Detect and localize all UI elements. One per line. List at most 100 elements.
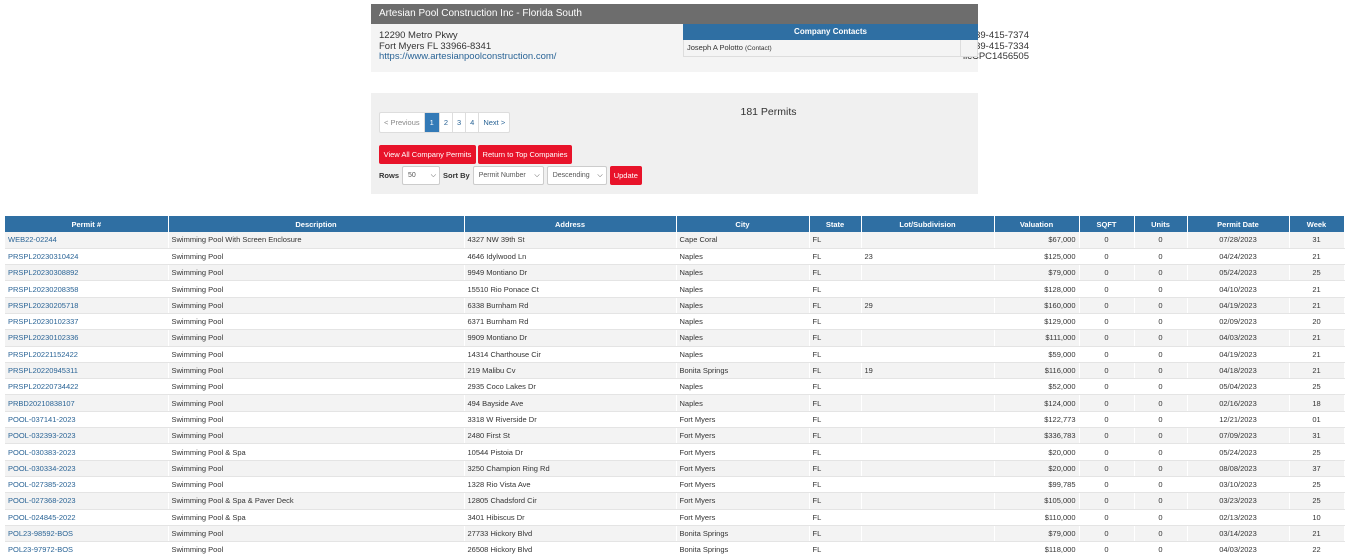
col-valuation[interactable]: Valuation [994,216,1080,232]
permit-number-link[interactable]: POL23-98592-BOS [5,525,169,543]
permit-sqft: 0 [1079,492,1135,510]
rows-select[interactable]: 50 [402,166,441,185]
permit-address: 12805 Chadsford Cir [464,492,677,510]
pager-previous[interactable]: < Previous [380,113,424,132]
permit-description: Swimming Pool [168,476,465,494]
pager-page-1[interactable]: 1 [423,113,439,132]
sort-controls: Rows 50 Sort By Permit Number Descending… [379,166,642,185]
permit-description: Swimming Pool [168,297,465,314]
permit-lot [861,313,995,331]
view-all-permits-button[interactable]: View All Company Permits [379,145,476,164]
return-top-companies-button[interactable]: Return to Top Companies [478,145,572,164]
col-lot-subdivision[interactable]: Lot/Subdivision [861,216,995,232]
contacts-header: Company Contacts [683,24,978,40]
permit-number-link[interactable]: PRSPL20230205718 [5,297,169,314]
table-row: POOL-030383-2023 Swimming Pool & Spa 10544… [5,443,1345,461]
permit-sqft: 0 [1079,362,1135,380]
permit-description: Swimming Pool [168,411,465,429]
permit-week: 21 [1289,248,1345,266]
permit-number-link[interactable]: PRBD20210838107 [5,394,169,412]
contact-name: Joseph A Polotto [687,43,743,52]
permit-city: Naples [676,378,810,396]
permit-sqft: 0 [1079,313,1135,331]
contact-row: Joseph A Polotto (Contact) [683,40,978,57]
permit-number-link[interactable]: PRSPL20230102336 [5,329,169,347]
col-permit-date[interactable]: Permit Date [1187,216,1290,232]
permit-lot [861,394,995,412]
sort-by-select[interactable]: Permit Number [472,166,544,185]
permit-number-link[interactable]: PRSPL20230310424 [5,248,169,266]
table-row: POOL-030334-2023 Swimming Pool 3250 Champi… [5,460,1345,477]
col-description[interactable]: Description [168,216,465,232]
permit-units: 0 [1134,509,1188,526]
permit-number-link[interactable]: PRSPL20221152422 [5,346,169,363]
col-city[interactable]: City [676,216,810,232]
permit-units: 0 [1134,411,1188,429]
permit-count: 181 Permits [740,106,797,118]
permit-units: 0 [1134,378,1188,396]
permit-week: 25 [1289,378,1345,396]
pager-page-4[interactable]: 4 [465,113,478,132]
permit-description: Swimming Pool With Screen Enclosure [168,232,465,249]
permit-description: Swimming Pool [168,329,465,347]
permit-state: FL [809,427,862,445]
permit-address: 3401 Hibiscus Dr [464,509,677,526]
permit-state: FL [809,346,862,363]
permit-number-link[interactable]: POOL-027368-2023 [5,492,169,510]
permit-number-link[interactable]: POOL-030334-2023 [5,460,169,477]
permit-city: Bonita Springs [676,362,810,380]
permit-number-link[interactable]: PRSPL20220945311 [5,362,169,380]
permit-date: 03/23/2023 [1187,492,1290,510]
permit-number-link[interactable]: PRSPL20230208358 [5,280,169,298]
permit-units: 0 [1134,248,1188,266]
permit-number-link[interactable]: WEB22-02244 [5,232,169,249]
permit-address: 26508 Hickory Blvd [464,541,677,557]
company-website-link[interactable]: https://www.artesianpoolconstruction.com… [379,51,556,62]
permit-sqft: 0 [1079,476,1135,494]
permit-week: 22 [1289,541,1345,557]
permit-number-link[interactable]: PRSPL20220734422 [5,378,169,396]
pager-page-3[interactable]: 3 [452,113,465,132]
table-row: POOL-037141-2023 Swimming Pool 3318 W Rive… [5,411,1345,429]
permit-sqft: 0 [1079,232,1135,249]
permit-number-link[interactable]: POOL-037141-2023 [5,411,169,429]
permit-city: Naples [676,329,810,347]
permit-city: Naples [676,394,810,412]
permit-lot [861,232,995,249]
table-row: PRSPL20220734422 Swimming Pool 2935 Coco L… [5,378,1345,396]
table-row: PRSPL20230205718 Swimming Pool 6338 Burnha… [5,297,1345,314]
col-week[interactable]: Week [1289,216,1345,232]
col-permit-number[interactable]: Permit # [5,216,169,232]
permit-units: 0 [1134,525,1188,543]
permit-week: 25 [1289,443,1345,461]
permit-city: Fort Myers [676,509,810,526]
permit-valuation: $59,000 [994,346,1080,363]
permit-address: 1328 Rio Vista Ave [464,476,677,494]
permit-date: 04/03/2023 [1187,329,1290,347]
permit-number-link[interactable]: POL23-97972-BOS [5,541,169,557]
permit-number-link[interactable]: POOL-024845-2022 [5,509,169,526]
permit-valuation: $67,000 [994,232,1080,249]
permit-week: 21 [1289,297,1345,314]
table-row: PRSPL20230102337 Swimming Pool 6371 Burnha… [5,313,1345,331]
permit-week: 25 [1289,264,1345,282]
col-units[interactable]: Units [1134,216,1188,232]
permit-week: 21 [1289,362,1345,380]
permit-number-link[interactable]: PRSPL20230102337 [5,313,169,331]
permit-week: 21 [1289,280,1345,298]
permit-number-link[interactable]: PRSPL20230308892 [5,264,169,282]
permit-lot [861,378,995,396]
permit-number-link[interactable]: POOL-030383-2023 [5,443,169,461]
permit-description: Swimming Pool & Spa [168,443,465,461]
pager-next[interactable]: Next > [478,113,509,132]
col-sqft[interactable]: SQFT [1079,216,1135,232]
sort-order-select[interactable]: Descending [546,166,607,185]
permit-state: FL [809,411,862,429]
permit-number-link[interactable]: POOL-032393-2023 [5,427,169,445]
col-address[interactable]: Address [464,216,677,232]
col-state[interactable]: State [809,216,862,232]
permit-number-link[interactable]: POOL-027385-2023 [5,476,169,494]
pager-page-2[interactable]: 2 [438,113,452,132]
update-button[interactable]: Update [609,166,642,185]
permit-units: 0 [1134,329,1188,347]
